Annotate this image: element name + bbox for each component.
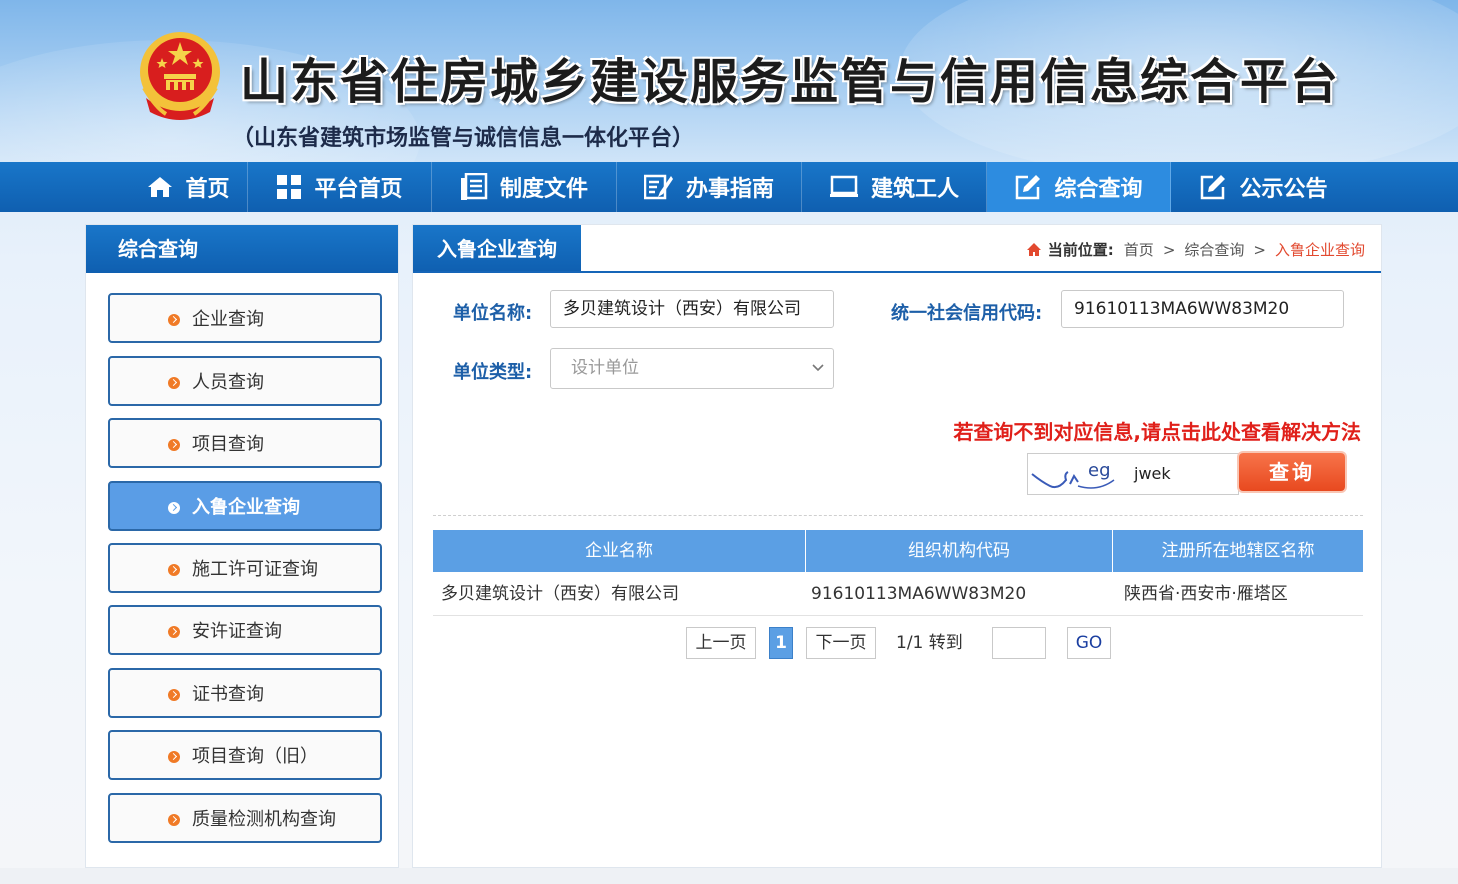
home-icon bbox=[148, 177, 173, 197]
results-table: 企业名称 组织机构代码 注册所在地辖区名称 多贝建筑设计（西安）有限公司 916… bbox=[433, 530, 1363, 616]
captcha-text: eg bbox=[1088, 460, 1111, 481]
bullet-arrow-icon bbox=[168, 689, 180, 701]
sidebar-item-project-query-old[interactable]: 项目查询（旧） bbox=[108, 730, 382, 780]
bullet-arrow-icon bbox=[168, 314, 180, 326]
credit-code-label: 统一社会信用代码: bbox=[891, 303, 1043, 324]
sidebar-item-label: 项目查询（旧） bbox=[192, 746, 318, 767]
bullet-arrow-icon bbox=[168, 502, 180, 514]
bullet-arrow-icon bbox=[168, 751, 180, 763]
breadcrumb-separator: > bbox=[1253, 240, 1266, 259]
sidebar-title: 综合查询 bbox=[86, 225, 398, 273]
nav-item-label: 首页 bbox=[185, 177, 230, 202]
captcha-input[interactable]: jwek bbox=[1134, 464, 1171, 483]
cell-region: 陕西省·西安市·雁塔区 bbox=[1124, 584, 1288, 604]
chevron-down-icon bbox=[812, 364, 824, 372]
sidebar-item-certificate-query[interactable]: 证书查询 bbox=[108, 668, 382, 718]
page-title: 入鲁企业查询 bbox=[413, 225, 581, 273]
home-icon bbox=[1026, 243, 1041, 256]
column-header: 注册所在地辖区名称 bbox=[1161, 541, 1315, 561]
header-banner: 山东省住房城乡建设服务监管与信用信息综合平台 （山东省建筑市场监管与诚信信息一体… bbox=[0, 0, 1458, 162]
sidebar: 综合查询 企业查询 人员查询 项目查询 入鲁企业查询 施工许可证查询 安许证查询… bbox=[85, 224, 399, 868]
sidebar-item-project-query[interactable]: 项目查询 bbox=[108, 418, 382, 468]
bullet-arrow-icon bbox=[168, 377, 180, 389]
sidebar-item-label: 安许证查询 bbox=[192, 621, 282, 642]
monitor-icon bbox=[829, 175, 858, 197]
national-emblem-icon bbox=[140, 32, 220, 120]
sidebar-item-label: 证书查询 bbox=[192, 684, 264, 705]
sidebar-item-label: 入鲁企业查询 bbox=[192, 497, 300, 518]
query-button[interactable]: 查询 bbox=[1239, 453, 1345, 491]
page-number-button[interactable]: 1 bbox=[769, 627, 793, 659]
sidebar-item-label: 企业查询 bbox=[192, 309, 264, 330]
breadcrumb-separator: > bbox=[1162, 240, 1176, 259]
grid-icon bbox=[277, 175, 302, 199]
breadcrumb-current: 入鲁企业查询 bbox=[1274, 241, 1365, 259]
sidebar-item-safety-permit-query[interactable]: 安许证查询 bbox=[108, 605, 382, 655]
cell-company-name[interactable]: 多贝建筑设计（西安）有限公司 bbox=[433, 572, 806, 615]
nav-item-construction-workers[interactable]: 建筑工人 bbox=[802, 162, 987, 212]
breadcrumb-label: 当前位置: bbox=[1047, 241, 1114, 259]
footer-strip bbox=[0, 868, 1458, 884]
main-panel: 入鲁企业查询 当前位置: 首页 > 综合查询 > 入鲁企业查询 单位名称: 多贝… bbox=[412, 224, 1382, 868]
go-button[interactable]: GO bbox=[1067, 627, 1111, 659]
nav-item-label: 制度文件 bbox=[499, 177, 588, 202]
captcha-field[interactable]: eg jwek bbox=[1027, 453, 1239, 495]
divider bbox=[433, 515, 1363, 516]
sidebar-item-label: 施工许可证查询 bbox=[192, 559, 318, 580]
unit-name-label: 单位名称: bbox=[453, 303, 533, 324]
breadcrumb: 当前位置: 首页 > 综合查询 > 入鲁企业查询 bbox=[1026, 239, 1365, 260]
sidebar-item-enter-shandong-query[interactable]: 入鲁企业查询 bbox=[108, 481, 382, 531]
nav-item-platform-home[interactable]: 平台首页 bbox=[248, 162, 432, 212]
nav-item-label: 建筑工人 bbox=[870, 177, 959, 202]
unit-type-label: 单位类型: bbox=[453, 362, 533, 383]
site-subtitle: （山东省建筑市场监管与诚信信息一体化平台） bbox=[232, 126, 695, 151]
main-nav: 首页 平台首页 制度文件 办事指南 建筑工人 综合查询 公示公告 bbox=[0, 162, 1458, 212]
captcha-image[interactable]: eg bbox=[1028, 456, 1132, 494]
sidebar-item-construction-permit-query[interactable]: 施工许可证查询 bbox=[108, 543, 382, 593]
sidebar-item-label: 人员查询 bbox=[192, 372, 264, 393]
bullet-arrow-icon bbox=[168, 439, 180, 451]
nav-item-label: 综合查询 bbox=[1054, 177, 1143, 202]
edit-icon bbox=[1016, 175, 1041, 200]
column-header: 组织机构代码 bbox=[806, 530, 1113, 572]
edit-icon bbox=[1201, 175, 1226, 200]
unit-type-select[interactable]: 设计单位 bbox=[550, 348, 834, 389]
nav-item-label: 平台首页 bbox=[314, 177, 403, 202]
table-row[interactable]: 多贝建筑设计（西安）有限公司 91610113MA6WW83M20 陕西省·西安… bbox=[433, 572, 1363, 616]
document-icon bbox=[460, 173, 488, 200]
nav-item-regulations[interactable]: 制度文件 bbox=[432, 162, 617, 212]
sidebar-item-label: 质量检测机构查询 bbox=[192, 809, 336, 830]
credit-code-input[interactable]: 91610113MA6WW83M20 bbox=[1061, 290, 1344, 328]
breadcrumb-home-link[interactable]: 首页 bbox=[1124, 239, 1154, 260]
cell-org-code: 91610113MA6WW83M20 bbox=[811, 584, 1027, 604]
prev-page-button[interactable]: 上一页 bbox=[686, 627, 756, 659]
column-header: 企业名称 bbox=[433, 530, 806, 572]
divider bbox=[413, 271, 1381, 273]
nav-item-guide[interactable]: 办事指南 bbox=[617, 162, 802, 212]
bullet-arrow-icon bbox=[168, 564, 180, 576]
page-info: 1/1 转到 bbox=[896, 633, 963, 653]
table-header: 企业名称 组织机构代码 注册所在地辖区名称 bbox=[433, 530, 1363, 572]
nav-item-announcements[interactable]: 公示公告 bbox=[1171, 162, 1356, 212]
goto-page-input[interactable] bbox=[992, 627, 1046, 659]
nav-item-home[interactable]: 首页 bbox=[130, 162, 248, 212]
sidebar-item-label: 项目查询 bbox=[192, 434, 264, 455]
sidebar-item-personnel-query[interactable]: 人员查询 bbox=[108, 356, 382, 406]
help-hint-link[interactable]: 若查询不到对应信息,请点击此处查看解决方法 bbox=[953, 416, 1361, 445]
next-page-button[interactable]: 下一页 bbox=[806, 627, 876, 659]
unit-name-input[interactable]: 多贝建筑设计（西安）有限公司 bbox=[550, 290, 834, 328]
breadcrumb-query-link[interactable]: 综合查询 bbox=[1184, 239, 1244, 260]
nav-item-comprehensive-query[interactable]: 综合查询 bbox=[987, 162, 1171, 212]
sidebar-item-enterprise-query[interactable]: 企业查询 bbox=[108, 293, 382, 343]
guide-icon bbox=[643, 174, 673, 200]
site-title: 山东省住房城乡建设服务监管与信用信息综合平台 bbox=[240, 54, 1341, 110]
bullet-arrow-icon bbox=[168, 814, 180, 826]
nav-item-label: 办事指南 bbox=[685, 177, 774, 202]
unit-type-selected: 设计单位 bbox=[571, 358, 639, 378]
nav-item-label: 公示公告 bbox=[1239, 177, 1328, 202]
sidebar-item-quality-inspection-query[interactable]: 质量检测机构查询 bbox=[108, 793, 382, 843]
bullet-arrow-icon bbox=[168, 626, 180, 638]
